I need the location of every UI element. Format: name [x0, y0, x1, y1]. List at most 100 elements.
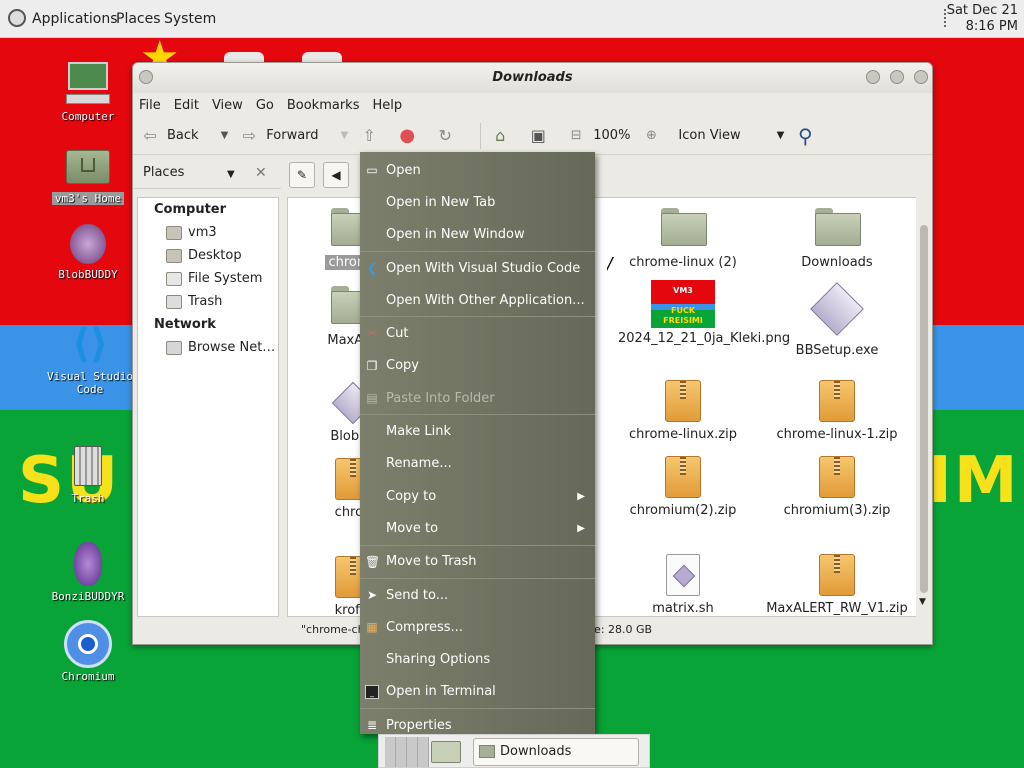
places-menu[interactable]: Places	[116, 11, 161, 27]
desktop-folder-icon	[166, 248, 182, 263]
scrollbar-thumb[interactable]	[920, 225, 928, 593]
menu-item-label: Compress...	[386, 619, 463, 635]
menu-file[interactable]: File	[139, 98, 161, 113]
menu-view[interactable]: View	[212, 98, 243, 113]
sidebar-item-file-system[interactable]: File System	[138, 267, 278, 290]
home-button[interactable]: ⌂	[489, 125, 517, 147]
menu-item-compress[interactable]: ▦ Compress...	[360, 611, 595, 643]
sidebar-group-network: Network	[154, 317, 216, 332]
desktop-icon-vscode[interactable]: ⟨⟩ Visual Studio Code	[40, 320, 140, 396]
forward-history-dropdown-icon[interactable]: ▼	[341, 130, 349, 141]
stop-button[interactable]: ●	[396, 125, 424, 147]
clock-date: Sat Dec 21	[946, 3, 1018, 18]
file-item[interactable]: chromium(3).zip	[762, 456, 912, 519]
taskbar-window-button[interactable]: Downloads	[473, 738, 639, 766]
desktop-icon-computer[interactable]: Computer	[40, 60, 136, 123]
sidebar-item-desktop[interactable]: Desktop	[138, 244, 278, 267]
menu-edit[interactable]: Edit	[174, 98, 199, 113]
sidebar-item-browse-network[interactable]: Browse Net…	[138, 336, 278, 359]
path-bar: ✎ ◀	[289, 161, 357, 189]
menu-item-make-link[interactable]: Make Link	[360, 415, 595, 447]
file-name: chromium(3).zip	[783, 503, 891, 518]
top-panel: Applications Places System Sat Dec 21 8:…	[0, 0, 1024, 38]
back-button[interactable]: ⇦ Back ▼	[139, 125, 228, 147]
folder-icon	[661, 208, 707, 246]
sidebar-item-label: Trash	[188, 294, 223, 309]
reload-button[interactable]: ↻	[434, 125, 462, 147]
file-item[interactable]: Downloads	[762, 208, 912, 271]
path-scroll-left-button[interactable]: ◀	[323, 162, 349, 188]
computer-button[interactable]: ▣	[527, 125, 555, 147]
maximize-button[interactable]	[890, 70, 904, 84]
close-icon[interactable]: ✕	[255, 165, 267, 181]
zoom-out-button[interactable]: ⊟	[565, 125, 593, 147]
trash-icon	[166, 294, 182, 309]
close-button[interactable]	[914, 70, 928, 84]
scroll-down-arrow-icon[interactable]: ▼	[919, 597, 926, 607]
menu-item-copy-to[interactable]: Copy to ▶	[360, 480, 595, 512]
applications-menu[interactable]: Applications	[32, 11, 118, 27]
chevron-down-icon[interactable]: ▼	[227, 169, 235, 180]
sidebar-item-vm3[interactable]: vm3	[138, 221, 278, 244]
system-menu[interactable]: System	[164, 11, 216, 27]
menu-help[interactable]: Help	[372, 98, 402, 113]
menu-item-open-new-window[interactable]: Open in New Window	[360, 219, 595, 251]
view-mode-select[interactable]: Icon View ▼	[678, 128, 784, 143]
scissors-icon: ✂	[366, 326, 378, 341]
menu-item-rename[interactable]: Rename...	[360, 448, 595, 480]
menu-item-copy[interactable]: ❐ Copy	[360, 350, 595, 382]
file-item[interactable]: MaxALERT_RW_V1.zip	[762, 554, 912, 617]
sidebar-item-label: File System	[188, 271, 263, 286]
file-item[interactable]: chrome-linux (2)	[608, 208, 758, 271]
desktop-icon-blobbuddy[interactable]: BlobBUDDY	[40, 218, 136, 281]
menu-item-open-with-vscode[interactable]: ❮ Open With Visual Studio Code	[360, 252, 595, 284]
folder-icon	[815, 208, 861, 246]
chevron-left-icon: ◀	[331, 168, 341, 182]
menu-item-label: Open With Visual Studio Code	[386, 260, 581, 276]
zoom-in-button[interactable]: ⊕	[640, 125, 668, 147]
up-button[interactable]: ⇧	[358, 125, 386, 147]
menu-item-open-new-tab[interactable]: Open in New Tab	[360, 186, 595, 218]
sidebar-title[interactable]: Places	[143, 165, 184, 180]
menu-item-open[interactable]: ▭ Open	[360, 154, 595, 186]
vscode-icon: ⟨⟩	[71, 321, 109, 367]
workspace-switcher[interactable]	[385, 737, 429, 767]
file-item[interactable]: chromium(2).zip	[608, 456, 758, 519]
desktop-icon-home[interactable]: vm3's Home	[40, 142, 136, 206]
zoom-level[interactable]: 100%	[593, 128, 630, 143]
menu-item-move-to-trash[interactable]: 🗑 Move to Trash	[360, 546, 595, 578]
back-history-dropdown-icon[interactable]: ▼	[221, 130, 229, 141]
menu-item-cut[interactable]: ✂ Cut	[360, 317, 595, 349]
menu-item-label: Move to Trash	[386, 554, 477, 570]
sidebar-item-trash[interactable]: Trash	[138, 290, 278, 313]
menu-item-open-in-terminal[interactable]: _ Open in Terminal	[360, 676, 595, 708]
menu-go[interactable]: Go	[256, 98, 274, 113]
file-name: MaxALERT_RW_V1.zip	[766, 601, 908, 616]
forward-button[interactable]: ⇨ Forward ▼	[238, 125, 349, 147]
edit-location-button[interactable]: ✎	[289, 162, 315, 188]
window-menu-button[interactable]	[139, 70, 153, 84]
minimize-button[interactable]	[866, 70, 880, 84]
clock[interactable]: Sat Dec 21 8:16 PM	[947, 3, 1018, 35]
menu-item-sharing-options[interactable]: Sharing Options	[360, 643, 595, 675]
menu-item-label: Open in New Tab	[386, 194, 496, 210]
file-item[interactable]: VM3 FUCK FREISIMI 2024_12_21_0ja_Kleki.pn…	[608, 280, 790, 347]
file-item[interactable]: BBSetup.exe	[762, 282, 912, 359]
file-item[interactable]: chrome-linux.zip	[608, 380, 758, 443]
search-button[interactable]: ⚲	[794, 125, 822, 147]
show-desktop-icon[interactable]	[431, 741, 461, 763]
desktop-icon-bonzibuddy[interactable]: BonziBUDDYR	[40, 540, 136, 603]
window-titlebar[interactable]: Downloads	[133, 63, 932, 93]
desktop-icon-label: Trash	[71, 492, 105, 505]
menu-item-move-to[interactable]: Move to ▶	[360, 512, 595, 544]
menu-bookmarks[interactable]: Bookmarks	[287, 98, 360, 113]
desktop-icon-trash[interactable]: Trash	[40, 442, 136, 505]
file-item[interactable]: chrome-linux-1.zip	[762, 380, 912, 443]
menu-item-label: Open	[386, 162, 421, 178]
file-item[interactable]: matrix.sh	[608, 554, 758, 617]
gnome-foot-icon[interactable]	[8, 9, 26, 27]
desktop-icon-chromium[interactable]: Chromium	[40, 620, 136, 683]
vertical-scrollbar[interactable]: ▼	[916, 197, 932, 617]
menu-item-open-with-other[interactable]: Open With Other Application...	[360, 284, 595, 316]
menu-item-send-to[interactable]: ➤ Send to...	[360, 579, 595, 611]
